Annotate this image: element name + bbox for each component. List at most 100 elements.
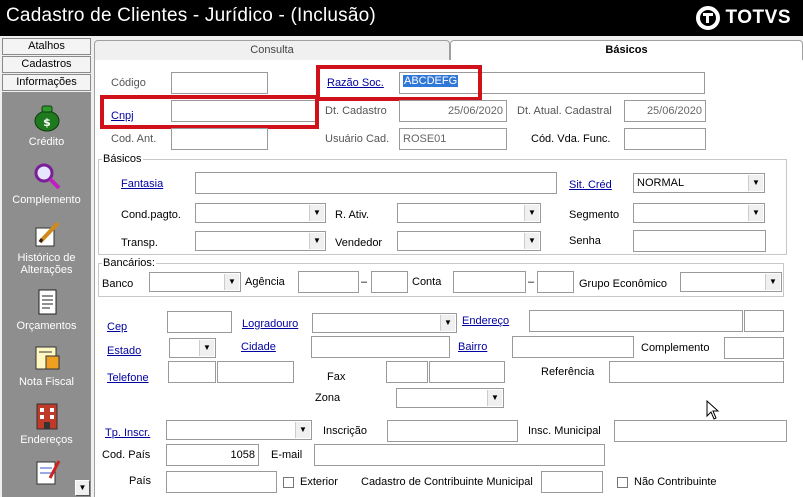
- chevron-down-icon[interactable]: ▼: [765, 274, 780, 290]
- telefone-link[interactable]: Telefone: [107, 372, 149, 384]
- agencia-digit-field[interactable]: [371, 271, 408, 293]
- insc-municipal-field[interactable]: [614, 420, 787, 442]
- inscricao-field[interactable]: [387, 420, 518, 442]
- chevron-down-icon[interactable]: ▼: [295, 422, 310, 438]
- email-field[interactable]: [314, 444, 605, 466]
- agencia-dash: –: [361, 276, 368, 288]
- tab-basicos[interactable]: Básicos: [450, 40, 803, 60]
- sidebar-shortcut-panel: $ Crédito Complemento Histórico de Alter…: [2, 92, 91, 497]
- sidebar-item-credito[interactable]: $ Crédito: [2, 104, 91, 148]
- chevron-down-icon[interactable]: ▼: [224, 274, 239, 290]
- conta-dash: –: [528, 276, 535, 288]
- estado-select[interactable]: ▼: [169, 338, 216, 358]
- chevron-down-icon[interactable]: ▼: [309, 233, 324, 249]
- sit-cred-select[interactable]: NORMAL ▼: [633, 173, 765, 193]
- sidebar-scroll-down-button[interactable]: ▼: [75, 480, 90, 496]
- sidebar-item-complemento[interactable]: Complemento: [2, 162, 91, 206]
- dt-cadastro-label: Dt. Cadastro: [325, 105, 387, 117]
- endereco-numero-field[interactable]: [744, 310, 784, 332]
- r-ativ-select[interactable]: ▼: [397, 203, 541, 223]
- sidebar-tab-cadastros[interactable]: Cadastros: [2, 56, 91, 73]
- cod-pais-label: Cod. País: [102, 449, 151, 461]
- zona-select[interactable]: ▼: [396, 388, 504, 408]
- chevron-down-icon[interactable]: ▼: [748, 175, 763, 191]
- conta-label: Conta: [412, 276, 442, 288]
- telefone-ddd-field[interactable]: [168, 361, 216, 383]
- bairro-link[interactable]: Bairro: [458, 341, 487, 353]
- cod-vda-func-label: Cód. Vda. Func.: [531, 133, 611, 145]
- dt-atual-cadastral-field[interactable]: 25/06/2020: [624, 100, 706, 122]
- title-bar: Cadastro de Clientes - Jurídico - (Inclu…: [0, 0, 803, 36]
- chevron-down-icon[interactable]: ▼: [487, 390, 502, 406]
- exterior-checkbox[interactable]: [283, 477, 294, 488]
- chevron-down-icon[interactable]: ▼: [309, 205, 324, 221]
- chevron-down-icon[interactable]: ▼: [440, 315, 455, 331]
- bancarios-group-title: Bancários:: [102, 257, 156, 269]
- fantasia-field[interactable]: [195, 172, 557, 194]
- cond-pagto-select[interactable]: ▼: [195, 203, 326, 223]
- cidade-field[interactable]: [311, 336, 450, 358]
- tp-inscr-select[interactable]: ▼: [166, 420, 312, 440]
- insc-municipal-label: Insc. Municipal: [528, 425, 601, 437]
- fantasia-link[interactable]: Fantasia: [121, 178, 163, 190]
- logradouro-link[interactable]: Logradouro: [242, 318, 298, 330]
- referencia-field[interactable]: [609, 361, 784, 383]
- grupo-economico-select[interactable]: ▼: [680, 272, 782, 292]
- referencia-label: Referência: [541, 366, 595, 378]
- pais-label: País: [129, 475, 152, 487]
- r-ativ-label: R. Ativ.: [335, 209, 370, 221]
- cidade-link[interactable]: Cidade: [241, 341, 276, 353]
- sit-cred-link[interactable]: Sit. Créd: [569, 179, 612, 191]
- sidebar-item-label: Nota Fiscal: [18, 376, 75, 388]
- estado-link[interactable]: Estado: [107, 345, 141, 357]
- chevron-down-icon[interactable]: ▼: [524, 205, 539, 221]
- sidebar-tab-atalhos[interactable]: Atalhos: [2, 38, 91, 55]
- exterior-label: Exterior: [300, 476, 338, 488]
- banco-select[interactable]: ▼: [149, 272, 241, 292]
- bairro-field[interactable]: [512, 336, 634, 358]
- cep-link[interactable]: Cep: [107, 321, 127, 333]
- chevron-down-icon[interactable]: ▼: [199, 340, 214, 356]
- cod-vda-func-field[interactable]: [624, 128, 706, 150]
- fax-field[interactable]: [429, 361, 505, 383]
- tp-inscr-link[interactable]: Tp. Inscr.: [105, 427, 150, 439]
- cod-ant-field[interactable]: [171, 128, 268, 150]
- cadastro-contribuinte-field[interactable]: [541, 471, 603, 493]
- tab-consulta[interactable]: Consulta: [94, 40, 450, 60]
- endereco-link[interactable]: Endereço: [462, 315, 509, 327]
- complemento-field[interactable]: [724, 337, 784, 359]
- telefone-field[interactable]: [217, 361, 294, 383]
- chevron-down-icon[interactable]: ▼: [524, 233, 539, 249]
- money-bag-icon: $: [32, 104, 62, 132]
- cond-pagto-label: Cond.pagto.: [121, 209, 181, 221]
- brand-name: TOTVS: [725, 7, 791, 28]
- senha-field[interactable]: [633, 230, 766, 252]
- totvs-logo-icon: [695, 6, 720, 30]
- codigo-field[interactable]: [171, 72, 268, 94]
- totvs-logo: TOTVS: [695, 6, 792, 30]
- transp-select[interactable]: ▼: [195, 231, 326, 251]
- segmento-select[interactable]: ▼: [633, 203, 765, 223]
- endereco-field[interactable]: [529, 310, 743, 332]
- sidebar-item-nota-fiscal[interactable]: Nota Fiscal: [2, 344, 91, 388]
- dt-cadastro-field[interactable]: 25/06/2020: [399, 100, 507, 122]
- usuario-cad-field[interactable]: ROSE01: [399, 128, 507, 150]
- conta-field[interactable]: [453, 271, 526, 293]
- sidebar-item-orcamentos[interactable]: Orçamentos: [2, 288, 91, 332]
- grupo-economico-label: Grupo Econômico: [579, 278, 668, 290]
- fax-ddd-field[interactable]: [386, 361, 428, 383]
- cep-field[interactable]: [167, 311, 232, 333]
- sidebar-item-historico[interactable]: Histórico de Alterações: [2, 220, 91, 276]
- pais-field[interactable]: [166, 471, 277, 493]
- cod-pais-field[interactable]: 1058: [166, 444, 259, 466]
- nao-contribuinte-checkbox[interactable]: [617, 477, 628, 488]
- magnifier-icon: [32, 162, 62, 190]
- conta-digit-field[interactable]: [537, 271, 574, 293]
- form-basicos: Código Razão Soc. ABCDEFG Cnpj Dt. Cadas…: [94, 60, 803, 497]
- sidebar-tab-informacoes[interactable]: Informações: [2, 74, 91, 91]
- agencia-field[interactable]: [298, 271, 359, 293]
- logradouro-select[interactable]: ▼: [312, 313, 457, 333]
- sidebar-item-enderecos[interactable]: Endereços: [2, 402, 91, 446]
- chevron-down-icon[interactable]: ▼: [748, 205, 763, 221]
- vendedor-select[interactable]: ▼: [397, 231, 541, 251]
